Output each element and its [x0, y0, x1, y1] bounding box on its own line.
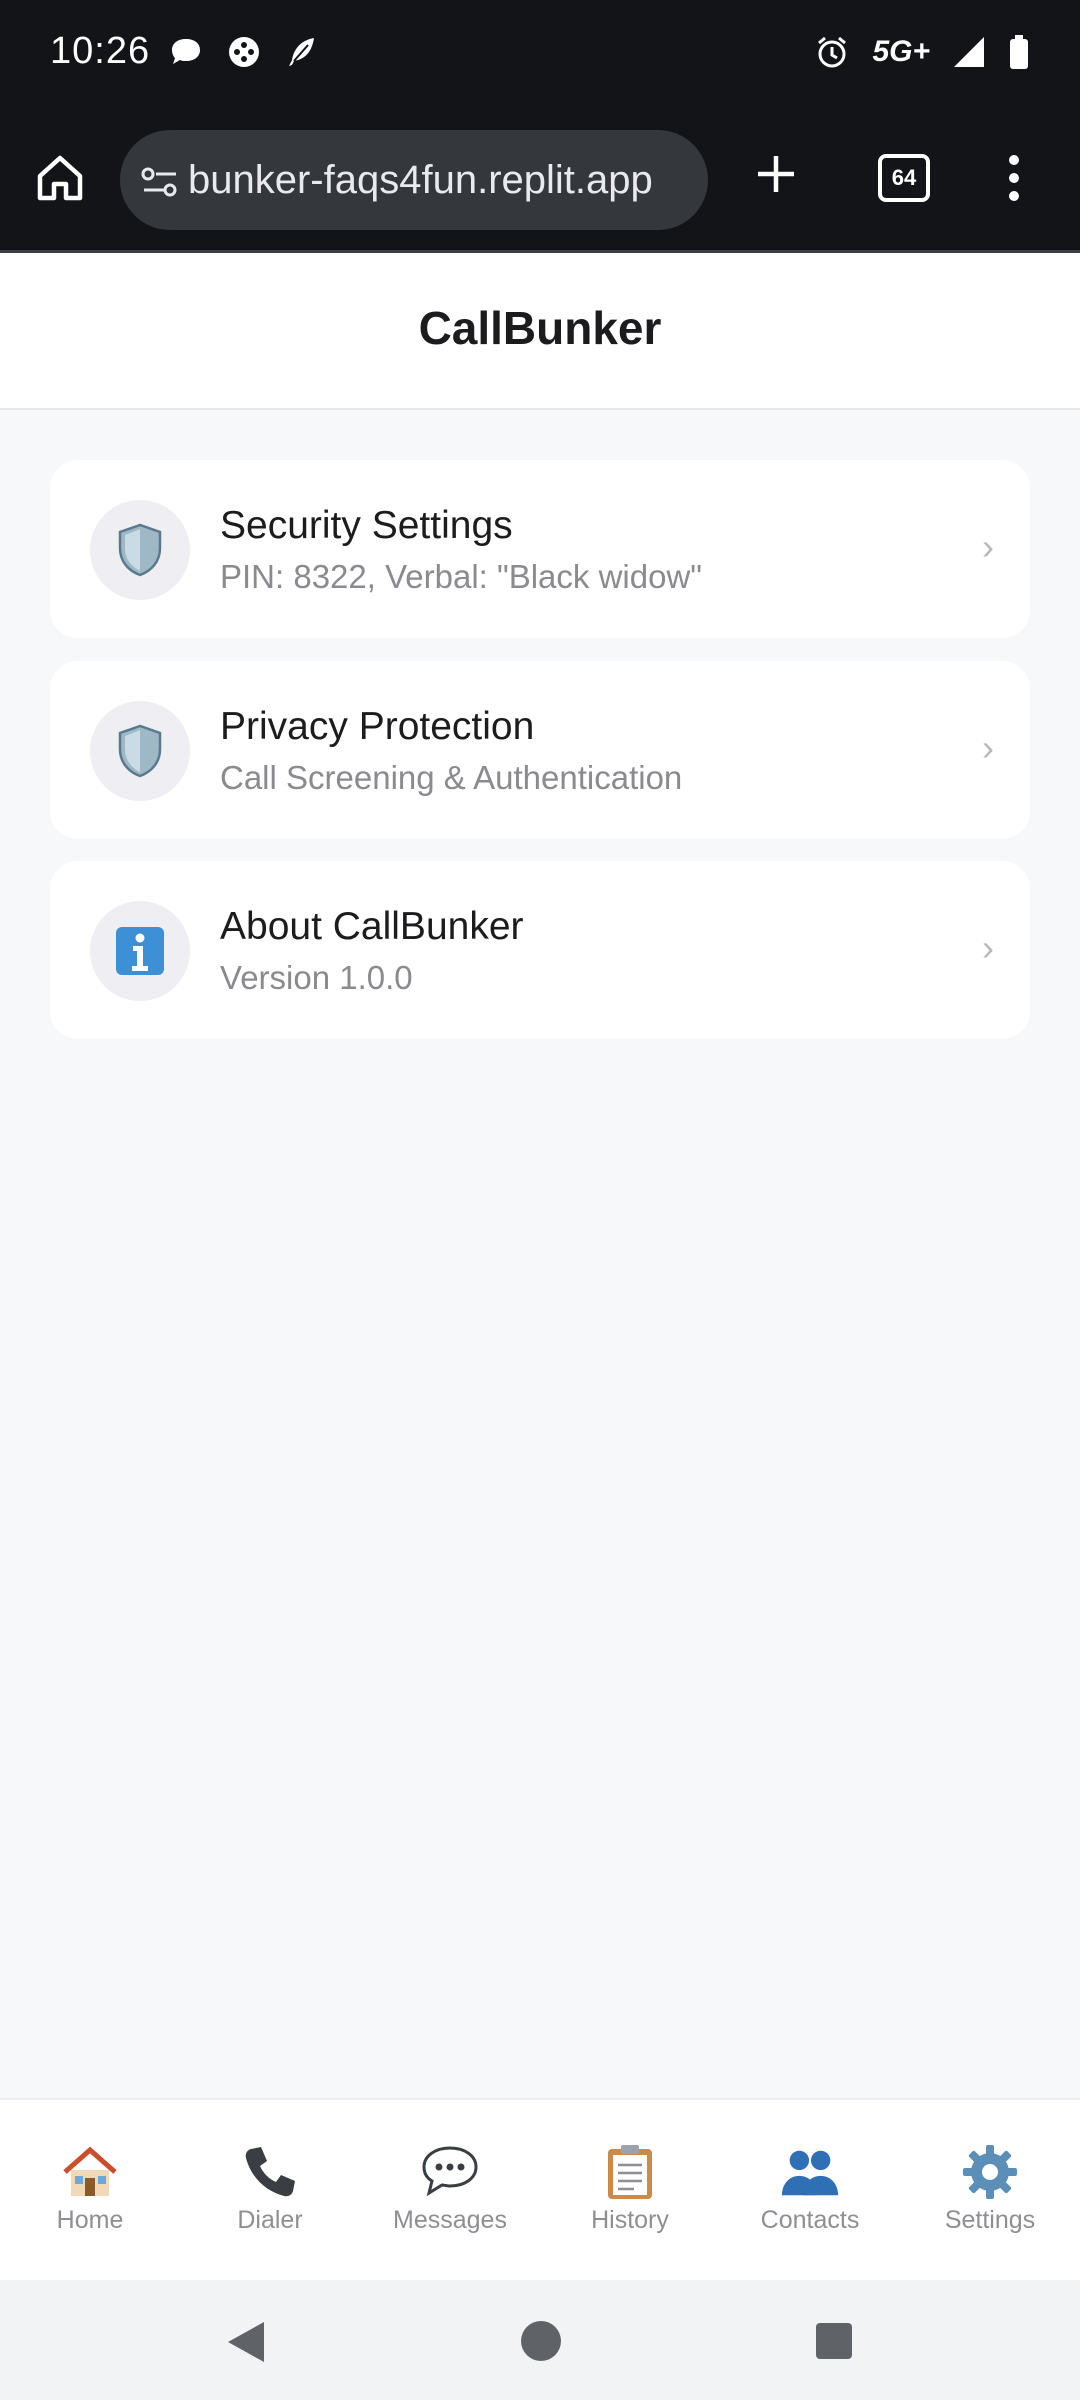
tab-dialer[interactable]: Dialer [180, 2100, 360, 2282]
gear-icon [960, 2142, 1020, 2202]
tab-label: Settings [944, 2206, 1036, 2234]
address-bar[interactable]: bunker-faqs4fun.replit.app [120, 130, 708, 230]
tab-label: Messages [393, 2206, 507, 2234]
alarm-icon [818, 36, 847, 68]
tab-label: Contacts [760, 2206, 860, 2234]
site-settings-icon[interactable] [140, 166, 180, 198]
browser-toolbar: bunker-faqs4fun.replit.app 64 [0, 110, 1080, 253]
card-title: Security Settings [220, 504, 513, 547]
url-text: bunker-faqs4fun.replit.app [188, 158, 653, 202]
chevron-right-icon: › [982, 526, 994, 567]
back-icon[interactable] [226, 2320, 266, 2364]
tab-settings[interactable]: Settings [900, 2100, 1080, 2282]
notification-icons [168, 34, 320, 70]
tab-switcher-button[interactable]: 64 [878, 154, 930, 202]
tab-contacts[interactable]: Contacts [720, 2100, 900, 2282]
speech-bubble-icon [420, 2142, 480, 2202]
card-title: About CallBunker [220, 905, 524, 948]
system-navigation-bar [0, 2280, 1080, 2400]
shield-icon [118, 523, 162, 577]
about-callbunker-card[interactable]: About CallBunker Version 1.0.0 › [50, 861, 1030, 1039]
info-icon [116, 927, 164, 975]
plus-icon [758, 156, 794, 192]
network-type: 5G+ [872, 35, 930, 68]
card-icon-container [90, 701, 190, 801]
home-icon [37, 155, 83, 201]
chevron-right-icon: › [982, 927, 994, 968]
browser-home-button[interactable] [34, 152, 86, 209]
clipboard-icon [600, 2142, 660, 2202]
signal-icon [954, 37, 984, 67]
chat-bubble-icon [172, 39, 200, 64]
tab-label: Dialer [237, 2206, 303, 2234]
page-title: CallBunker [418, 302, 662, 354]
card-subtitle: Call Screening & Authentication [220, 759, 683, 796]
tab-history[interactable]: History [540, 2100, 720, 2282]
shield-icon [118, 724, 162, 778]
more-vertical-icon [1009, 155, 1019, 201]
system-status-icons: 5G+ [814, 34, 1030, 70]
page-header: CallBunker [0, 253, 1080, 410]
people-icon [780, 2142, 840, 2202]
card-icon-container [90, 901, 190, 1001]
status-time: 10:26 [50, 30, 151, 72]
recents-icon[interactable] [815, 2322, 853, 2360]
game-controller-icon [229, 37, 259, 67]
tab-count: 64 [891, 165, 917, 190]
phone-icon [240, 2142, 300, 2202]
tab-messages[interactable]: Messages [360, 2100, 540, 2282]
security-settings-card[interactable]: Security Settings PIN: 8322, Verbal: "Bl… [50, 460, 1030, 638]
battery-icon [1010, 35, 1028, 69]
tab-label: History [591, 2206, 669, 2234]
bottom-tab-bar: Home Dialer Messages History Contacts Se… [0, 2098, 1080, 2282]
card-icon-container [90, 500, 190, 600]
browser-menu-button[interactable] [1006, 154, 1022, 207]
house-icon [60, 2142, 120, 2202]
card-title: Privacy Protection [220, 705, 535, 748]
tab-label: Home [56, 2206, 124, 2234]
card-subtitle: Version 1.0.0 [220, 959, 413, 996]
tab-home[interactable]: Home [0, 2100, 180, 2282]
privacy-protection-card[interactable]: Privacy Protection Call Screening & Auth… [50, 661, 1030, 839]
new-tab-button[interactable] [754, 152, 798, 201]
chevron-right-icon: › [982, 727, 994, 768]
feather-icon [289, 38, 314, 66]
home-nav-icon[interactable] [520, 2320, 562, 2362]
status-bar: 10:26 5G+ [0, 0, 1080, 110]
card-subtitle: PIN: 8322, Verbal: "Black widow" [220, 558, 702, 595]
